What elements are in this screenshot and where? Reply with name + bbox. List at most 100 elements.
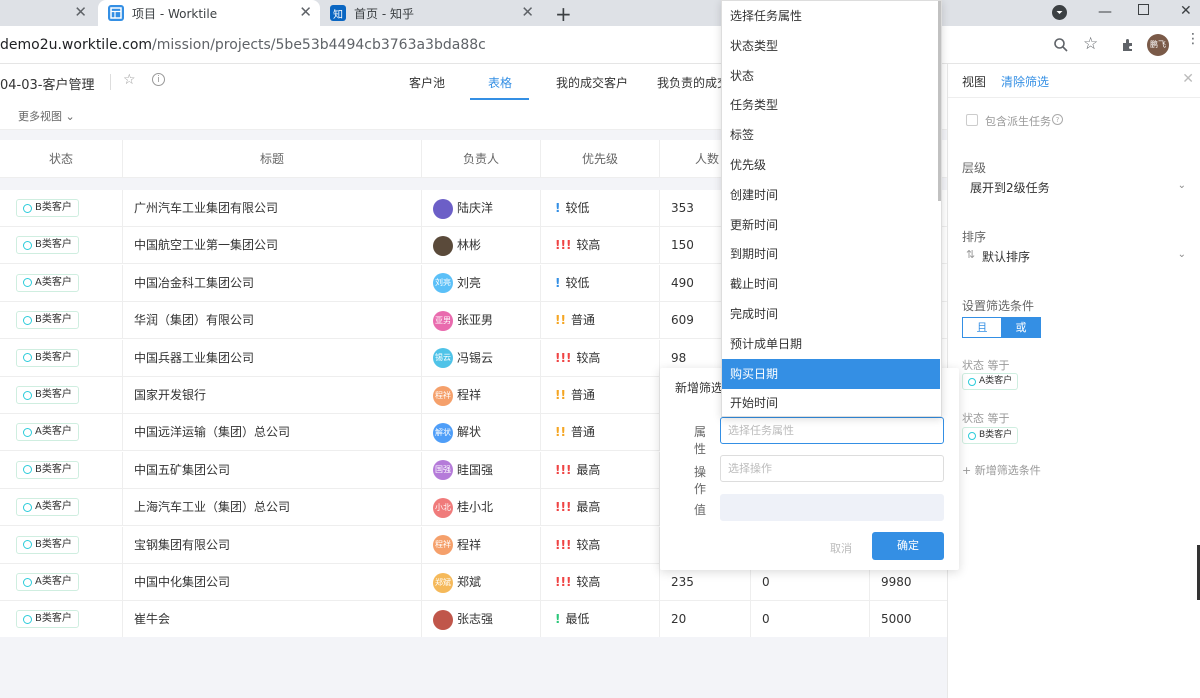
extensions-icon[interactable] xyxy=(1120,37,1136,56)
owner-cell[interactable]: 陆庆洋 xyxy=(422,190,541,227)
browser-tab-worktile[interactable]: 项目 - Worktile ✕ xyxy=(98,0,320,26)
close-tab-icon[interactable]: ✕ xyxy=(74,4,87,20)
priority-cell[interactable]: ! 较低 xyxy=(541,264,660,302)
owner-cell[interactable]: 程祥 程祥 xyxy=(422,377,541,414)
condition-value-badge[interactable]: B类客户 xyxy=(962,427,1019,444)
view-tab-my-deals[interactable]: 我的成交客户 xyxy=(556,74,628,91)
owner-cell[interactable]: 亚男 张亚男 xyxy=(422,302,541,340)
owner-cell[interactable]: 张志强 xyxy=(422,601,541,639)
browser-tab-blank[interactable]: ✕ xyxy=(0,0,95,26)
title-cell[interactable]: 中国远洋运输（集团）总公司 xyxy=(123,414,422,452)
sort-select[interactable]: 默认排序 xyxy=(982,248,1030,265)
title-cell[interactable]: 上海汽车工业（集团）总公司 xyxy=(123,489,422,527)
dropdown-option[interactable]: 预计成单日期 xyxy=(722,329,940,359)
owner-cell[interactable]: 郑斌 郑斌 xyxy=(422,564,541,601)
minimize-icon[interactable]: — xyxy=(1098,4,1112,20)
priority-cell[interactable]: ! 最低 xyxy=(541,601,660,639)
value-field[interactable] xyxy=(720,494,944,521)
status-cell[interactable]: A类客户 xyxy=(0,564,123,601)
star-icon[interactable]: ☆ xyxy=(123,72,136,88)
dropdown-option[interactable]: 状态类型 xyxy=(722,31,940,61)
logic-or-button[interactable]: 或 xyxy=(1001,317,1041,338)
close-panel-icon[interactable]: ✕ xyxy=(1182,71,1194,87)
title-cell[interactable]: 中国五矿集团公司 xyxy=(123,451,422,489)
close-tab-icon[interactable]: ✕ xyxy=(521,4,534,20)
chevron-down-icon[interactable]: ⌄ xyxy=(86,73,95,86)
logic-and-button[interactable]: 且 xyxy=(962,317,1002,338)
status-cell[interactable]: B类客户 xyxy=(0,526,123,564)
status-badge[interactable]: B类客户 xyxy=(16,236,79,255)
priority-cell[interactable]: !!! 较高 xyxy=(541,227,660,265)
dropdown-option[interactable]: 状态 xyxy=(722,61,940,91)
help-icon[interactable]: ? xyxy=(1052,114,1063,125)
owner-cell[interactable]: 林彬 xyxy=(422,227,541,265)
status-badge[interactable]: B类客户 xyxy=(16,535,79,554)
count-cell[interactable]: 20 xyxy=(660,601,751,639)
status-cell[interactable]: B类客户 xyxy=(0,227,123,265)
tab-search-icon[interactable] xyxy=(1052,5,1067,20)
zoom-search-icon[interactable] xyxy=(1053,37,1069,56)
priority-cell[interactable]: !! 普通 xyxy=(541,377,660,414)
title-cell[interactable]: 华润（集团）有限公司 xyxy=(123,302,422,340)
status-badge[interactable]: B类客户 xyxy=(16,460,79,479)
dropdown-option[interactable]: 更新时间 xyxy=(722,210,940,240)
status-cell[interactable]: A类客户 xyxy=(0,489,123,527)
status-cell[interactable]: A类客户 xyxy=(0,414,123,452)
title-cell[interactable]: 崔牛会 xyxy=(123,601,422,639)
number-cell[interactable]: 0 xyxy=(751,601,870,639)
confirm-button[interactable]: 确定 xyxy=(872,532,944,560)
status-badge[interactable]: B类客户 xyxy=(16,348,79,367)
dropdown-option[interactable]: 购买日期 xyxy=(722,358,940,389)
col-owner[interactable]: 负责人 xyxy=(422,140,541,178)
priority-cell[interactable]: !!! 最高 xyxy=(541,451,660,489)
status-cell[interactable]: B类客户 xyxy=(0,339,123,377)
status-badge[interactable]: A类客户 xyxy=(16,573,79,591)
view-tab-pool[interactable]: 客户池 xyxy=(409,74,445,91)
owner-cell[interactable]: 小北 桂小北 xyxy=(422,489,541,527)
title-cell[interactable]: 国家开发银行 xyxy=(123,377,422,414)
browser-tab-zhihu[interactable]: 知 首页 - 知乎 ✕ xyxy=(322,0,542,26)
dropdown-option[interactable]: 完成时间 xyxy=(722,299,940,329)
status-cell[interactable]: B类客户 xyxy=(0,302,123,340)
close-tab-icon[interactable]: ✕ xyxy=(299,4,312,20)
dropdown-option[interactable]: 截止时间 xyxy=(722,269,940,299)
status-badge[interactable]: A类客户 xyxy=(16,273,79,292)
owner-cell[interactable]: 程祥 程祥 xyxy=(422,526,541,564)
priority-cell[interactable]: ! 较低 xyxy=(541,190,660,227)
status-badge[interactable]: A类客户 xyxy=(16,423,79,442)
owner-cell[interactable]: 国强 眭国强 xyxy=(422,451,541,489)
status-badge[interactable]: B类客户 xyxy=(16,610,79,629)
condition-value-badge[interactable]: A类客户 xyxy=(962,373,1019,390)
col-status[interactable]: 状态 xyxy=(0,140,123,178)
status-cell[interactable]: B类客户 xyxy=(0,451,123,489)
view-tab-table[interactable]: 表格 xyxy=(488,74,512,91)
url-field[interactable]: demo2u.worktile.com/mission/projects/5be… xyxy=(0,37,486,53)
title-cell[interactable]: 中国航空工业第一集团公司 xyxy=(123,227,422,265)
status-cell[interactable]: A类客户 xyxy=(0,264,123,302)
dropdown-option[interactable]: 任务类型 xyxy=(722,90,940,120)
chevron-down-icon[interactable]: ⌄ xyxy=(1178,249,1186,260)
derived-checkbox[interactable] xyxy=(966,114,978,126)
status-badge[interactable]: B类客户 xyxy=(16,386,79,404)
dropdown-option[interactable]: 到期时间 xyxy=(722,239,940,269)
owner-cell[interactable]: 锡云 冯锡云 xyxy=(422,339,541,377)
title-cell[interactable]: 广州汽车工业集团有限公司 xyxy=(123,190,422,227)
info-icon[interactable]: i xyxy=(152,73,165,86)
title-cell[interactable]: 中国冶金科工集团公司 xyxy=(123,264,422,302)
title-cell[interactable]: 中国中化集团公司 xyxy=(123,564,422,601)
title-cell[interactable]: 中国兵器工业集团公司 xyxy=(123,339,422,377)
cancel-button[interactable]: 取消 xyxy=(830,540,852,556)
priority-cell[interactable]: !!! 较高 xyxy=(541,339,660,377)
owner-cell[interactable]: 刘亮 刘亮 xyxy=(422,264,541,302)
owner-cell[interactable]: 解状 解状 xyxy=(422,414,541,452)
project-name[interactable]: 04-03-客户管理 xyxy=(0,74,94,93)
title-cell[interactable]: 宝钢集团有限公司 xyxy=(123,526,422,564)
more-views-button[interactable]: 更多视图 ⌄ xyxy=(18,108,75,124)
priority-cell[interactable]: !!! 最高 xyxy=(541,489,660,527)
close-window-icon[interactable]: ✕ xyxy=(1180,3,1192,19)
dropdown-option[interactable]: 开始时间 xyxy=(722,388,940,418)
col-title[interactable]: 标题 xyxy=(123,140,422,178)
priority-cell[interactable]: !! 普通 xyxy=(541,302,660,340)
status-badge[interactable]: A类客户 xyxy=(16,498,79,517)
amount-cell[interactable]: 5000 xyxy=(870,601,947,638)
